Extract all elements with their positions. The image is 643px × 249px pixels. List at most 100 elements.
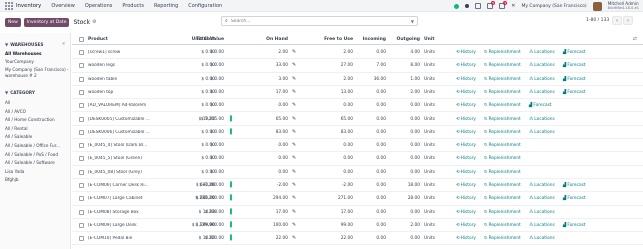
user-menu[interactable]: Mitchell Admin 80c6f8e4-18-0-e1 xyxy=(608,1,639,11)
product-name[interactable]: wooden table xyxy=(88,77,152,82)
product-name[interactable]: [E-COM09] Large Desk xyxy=(88,223,152,228)
product-name[interactable]: [screw1] screw xyxy=(88,50,152,55)
product-name[interactable]: [E_0045_4] Stool (Dark Bl... xyxy=(88,143,152,148)
column-on-hand[interactable]: On Hand xyxy=(266,37,288,42)
optional-columns-icon[interactable]: ⇄ xyxy=(633,36,637,42)
chart-icon[interactable]: ▐ xyxy=(228,195,232,201)
select-all-checkbox[interactable] xyxy=(79,37,84,42)
menu-overview[interactable]: Overview xyxy=(51,3,75,9)
category-item[interactable]: All / Saleable / PoS / Food xyxy=(5,152,69,157)
pager-next-button[interactable]: › xyxy=(623,16,633,25)
pencil-icon[interactable]: ✎ xyxy=(292,129,296,135)
warehouse-item[interactable]: My Company (San Francisco) - warehouse #… xyxy=(5,67,69,79)
row-checkbox[interactable] xyxy=(79,196,84,202)
category-item[interactable]: All xyxy=(5,100,69,105)
pager-value[interactable]: 1-80 / 133 xyxy=(586,18,609,23)
pager-previous-button[interactable]: ‹ xyxy=(612,16,622,25)
pencil-icon[interactable]: ✎ xyxy=(292,102,296,108)
activity-icon[interactable]: 3 xyxy=(499,1,508,9)
row-checkbox[interactable] xyxy=(79,156,84,162)
row-checkbox[interactable] xyxy=(79,50,84,55)
new-button[interactable]: New xyxy=(5,17,21,27)
row-checkbox[interactable] xyxy=(79,89,84,95)
table-row[interactable]: [E_0045_08] Stool (Grey) $ 0.00 $ 0.00 0.00… xyxy=(72,166,643,179)
locations-button[interactable]: ⁂Locations xyxy=(529,210,555,215)
history-button[interactable]: ⟲History xyxy=(456,130,476,135)
category-item[interactable]: All / Saleable / Office Fur... xyxy=(5,143,69,148)
row-checkbox[interactable] xyxy=(79,76,84,82)
forecast-button[interactable]: ▟Forecast xyxy=(563,223,586,228)
locations-button[interactable]: ⁂Locations xyxy=(529,130,555,135)
product-name[interactable]: [DESK0006] Customizable ... xyxy=(88,130,152,135)
forecast-button[interactable]: ▟Forecast xyxy=(563,63,586,68)
replenishment-button[interactable]: ↻Replenishment xyxy=(484,183,521,188)
history-button[interactable]: ⟲History xyxy=(456,77,476,82)
locations-button[interactable]: ⁂Locations xyxy=(529,50,555,55)
history-button[interactable]: ⟲History xyxy=(456,117,476,122)
table-row[interactable]: [DESK0006] Customizable ... $ 0.00 $ 0.00 ▐… xyxy=(72,126,643,140)
chart-icon[interactable]: ▐ xyxy=(228,116,232,122)
history-button[interactable]: ⟲History xyxy=(456,103,476,108)
replenishment-button[interactable]: ↻Replenishment xyxy=(484,236,521,241)
search-options-icon[interactable]: ▼ xyxy=(411,19,414,24)
inventory-at-date-button[interactable]: Inventory at Date xyxy=(23,17,70,27)
category-item[interactable]: All / Saleable / Software xyxy=(5,160,69,165)
table-row[interactable]: [E-COM06] Corner Desk Ri... $ 680.00 $ -1,… xyxy=(72,179,643,193)
history-button[interactable]: ⟲History xyxy=(456,63,476,68)
row-checkbox[interactable] xyxy=(79,63,84,69)
menu-reporting[interactable]: Reporting xyxy=(154,3,178,9)
category-item[interactable]: Bfghjb xyxy=(5,177,69,182)
row-checkbox[interactable] xyxy=(79,209,84,215)
warehouse-item[interactable]: YourCompany xyxy=(5,59,69,64)
table-row[interactable]: [E-COM07] Large Cabinet $ 800.00 $ 235,200… xyxy=(72,192,643,206)
table-row[interactable]: [E-COM09] Large Desk $ 1,299.00 $ 129,900.… xyxy=(72,219,643,233)
forecast-button[interactable]: ▟Forecast xyxy=(563,90,586,95)
forecast-button[interactable]: ▟Forecast xyxy=(529,103,552,108)
replenishment-button[interactable]: ↻Replenishment xyxy=(484,143,521,148)
row-checkbox[interactable] xyxy=(79,222,84,228)
gear-icon[interactable]: ⚙ xyxy=(92,19,96,25)
replenishment-button[interactable]: ↻Replenishment xyxy=(484,63,521,68)
locations-button[interactable]: ⁂Locations xyxy=(529,63,555,68)
replenishment-button[interactable]: ↻Replenishment xyxy=(484,50,521,55)
column-total-value[interactable]: Total Value xyxy=(196,37,224,42)
pencil-icon[interactable]: ✎ xyxy=(292,209,296,215)
history-button[interactable]: ⟲History xyxy=(456,143,476,148)
table-row[interactable]: [AD_VALOREM] Ad-Valorem $ 0.00 $ 0.00 0.00 ✎… xyxy=(72,99,643,113)
table-row[interactable]: [E-COM10] Pedal Bin $ 10.00 $ 220.00 ▐ 22.00… xyxy=(72,232,643,246)
column-free-to-use[interactable]: Free to Use xyxy=(324,37,353,42)
product-name[interactable]: [AD_VALOREM] Ad-Valorem xyxy=(88,103,152,108)
history-button[interactable]: ⟲History xyxy=(456,156,476,161)
history-button[interactable]: ⟲History xyxy=(456,170,476,175)
collapse-panel-icon[interactable]: « xyxy=(62,41,65,47)
chat-icon[interactable]: 5 xyxy=(487,1,496,9)
history-button[interactable]: ⟲History xyxy=(456,210,476,215)
pencil-icon[interactable]: ✎ xyxy=(292,76,296,82)
forecast-button[interactable]: ▟Forecast xyxy=(563,50,586,55)
replenishment-button[interactable]: ↻Replenishment xyxy=(484,156,521,161)
chart-icon[interactable]: ▐ xyxy=(228,182,232,188)
product-name[interactable]: wooden top xyxy=(88,90,152,95)
locations-button[interactable]: ⁂Locations xyxy=(529,117,555,122)
table-row[interactable]: [E_0045_5] Stool (Green) $ 0.00 $ 0.00 0.00… xyxy=(72,152,643,166)
row-checkbox[interactable] xyxy=(79,236,84,242)
menu-products[interactable]: Products xyxy=(122,3,144,9)
category-item[interactable]: All / Home Construction xyxy=(5,117,69,122)
chart-icon[interactable]: ▐ xyxy=(228,235,232,241)
row-checkbox[interactable] xyxy=(79,169,84,175)
locations-button[interactable]: ⁂Locations xyxy=(529,77,555,82)
row-checkbox[interactable] xyxy=(79,103,84,109)
chart-icon[interactable]: ▐ xyxy=(228,209,232,215)
category-item[interactable]: Lisa Yada xyxy=(5,169,69,174)
locations-button[interactable]: ⁂Locations xyxy=(529,223,555,228)
pencil-icon[interactable]: ✎ xyxy=(292,222,296,228)
app-menu-icon[interactable] xyxy=(4,1,13,10)
pencil-icon[interactable]: ✎ xyxy=(292,142,296,148)
history-button[interactable]: ⟲History xyxy=(456,236,476,241)
forecast-button[interactable]: ▟Forecast xyxy=(563,77,586,82)
table-row[interactable]: [DESK0005] Customizable ... $ 19.00 $ 1,23… xyxy=(72,113,643,126)
category-item[interactable]: All / Saleable xyxy=(5,134,69,139)
category-item[interactable]: All / Rental xyxy=(5,126,69,131)
column-outgoing[interactable]: Outgoing xyxy=(397,37,420,42)
locations-button[interactable]: ⁂Locations xyxy=(529,183,555,188)
